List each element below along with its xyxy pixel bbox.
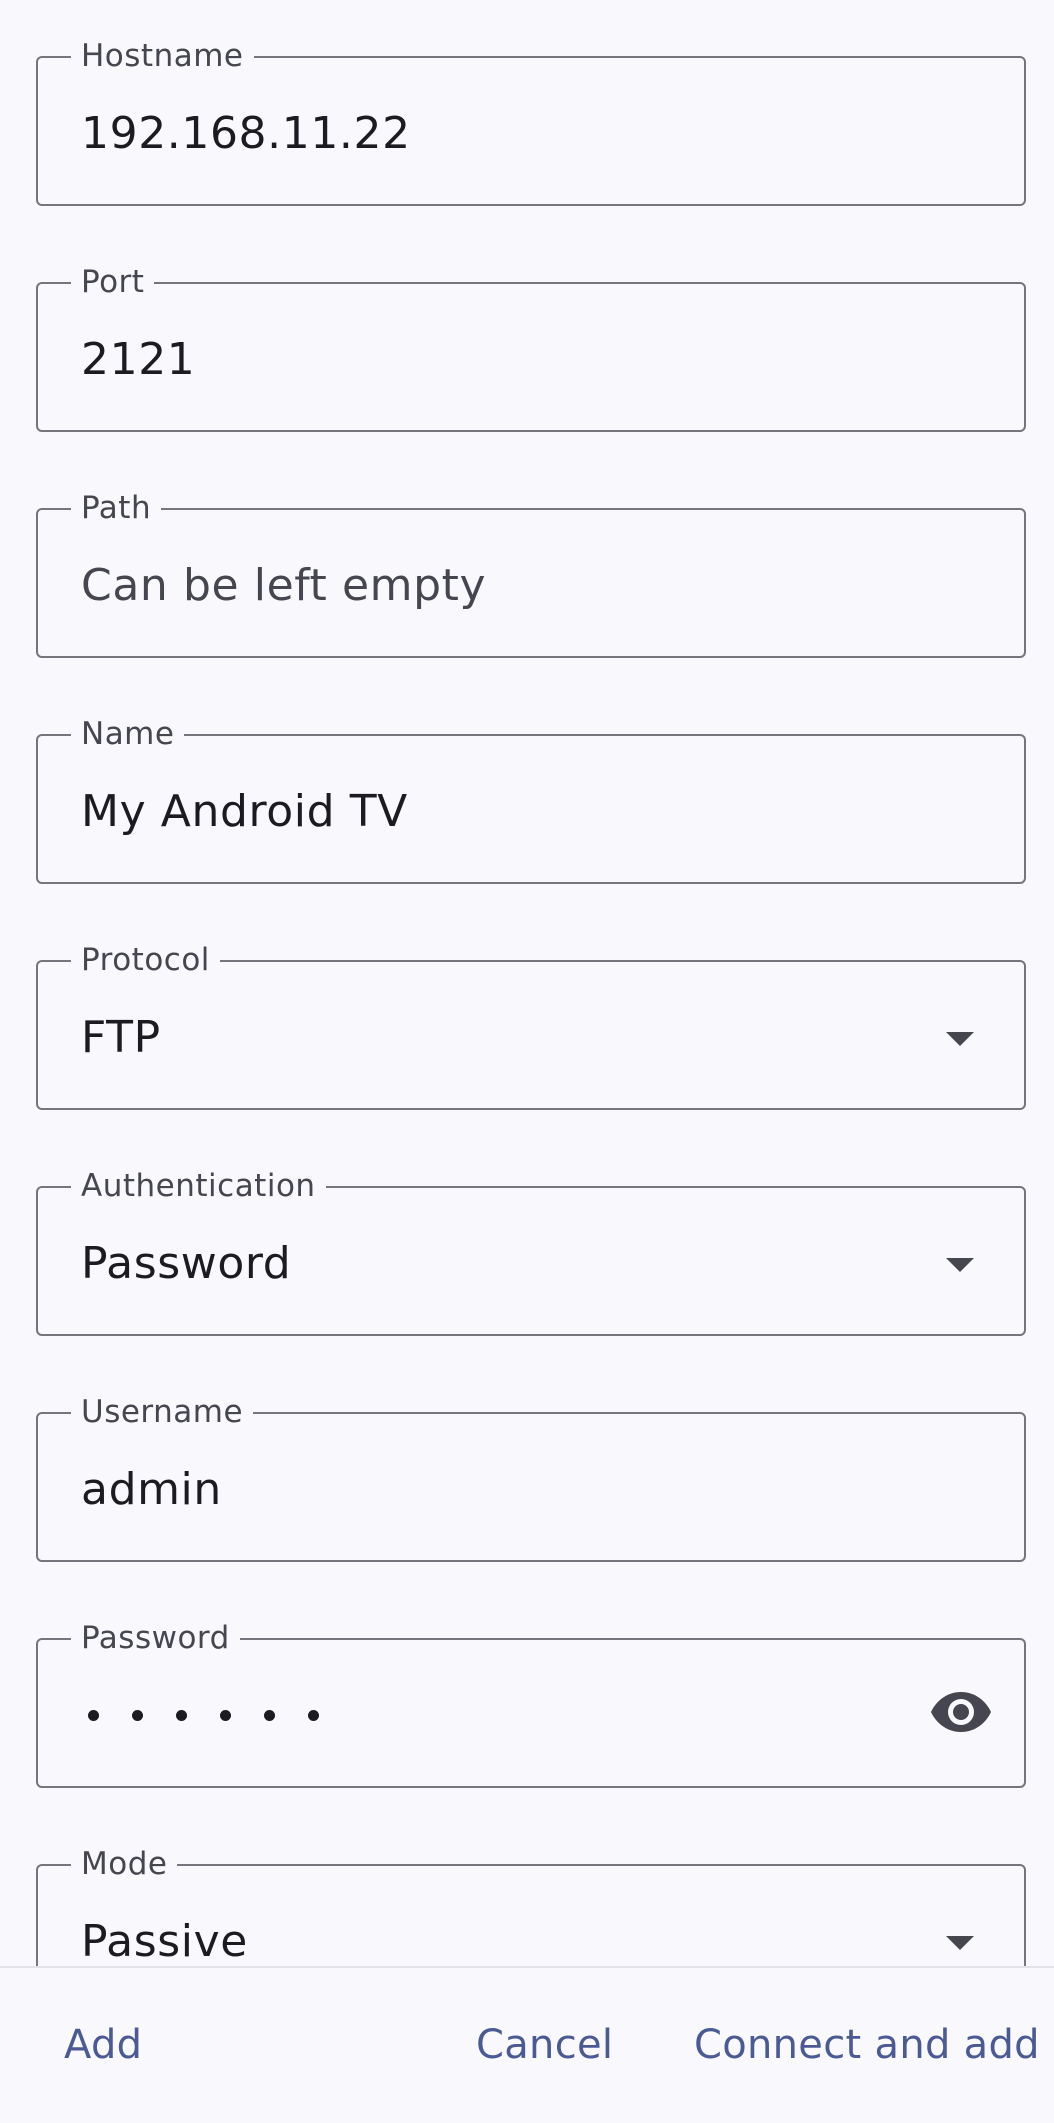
protocol-value: FTP [81, 1012, 161, 1063]
cancel-button[interactable]: Cancel [476, 2020, 613, 2070]
connect-and-add-button[interactable]: Connect and add [694, 2020, 1040, 2070]
path-placeholder: Can be left empty [81, 560, 487, 611]
form-scroll-area[interactable]: Hostname 192.168.11.22 Port 2121 Path Ca… [0, 0, 1054, 1966]
authentication-select[interactable]: Authentication Password [36, 1166, 1026, 1336]
authentication-label: Authentication [71, 1166, 326, 1206]
add-button[interactable]: Add [64, 2020, 142, 2070]
hostname-label: Hostname [71, 36, 254, 76]
mode-label: Mode [71, 1844, 178, 1884]
protocol-select[interactable]: Protocol FTP [36, 940, 1026, 1110]
username-label: Username [71, 1392, 254, 1432]
hostname-field[interactable]: Hostname 192.168.11.22 [36, 36, 1026, 206]
dropdown-arrow-icon [946, 1258, 974, 1272]
name-value: My Android TV [81, 786, 408, 837]
port-value: 2121 [81, 334, 196, 385]
path-label: Path [71, 488, 162, 528]
port-field[interactable]: Port 2121 [36, 262, 1026, 432]
hostname-value: 192.168.11.22 [81, 108, 411, 159]
dialog-actions: Add Cancel Connect and add [0, 1966, 1054, 2123]
mode-value: Passive [81, 1916, 248, 1966]
password-field[interactable]: Password [36, 1618, 1026, 1788]
password-masked-value [88, 1697, 352, 1721]
name-field[interactable]: Name My Android TV [36, 714, 1026, 884]
path-field[interactable]: Path Can be left empty [36, 488, 1026, 658]
eye-icon[interactable] [930, 1690, 992, 1734]
username-field[interactable]: Username admin [36, 1392, 1026, 1562]
mode-select[interactable]: Mode Passive [36, 1844, 1026, 1966]
authentication-value: Password [81, 1238, 292, 1289]
username-value: admin [81, 1464, 222, 1515]
password-label: Password [71, 1618, 240, 1658]
port-label: Port [71, 262, 155, 302]
name-label: Name [71, 714, 185, 754]
protocol-label: Protocol [71, 940, 220, 980]
dropdown-arrow-icon [946, 1032, 974, 1046]
dropdown-arrow-icon [946, 1936, 974, 1950]
